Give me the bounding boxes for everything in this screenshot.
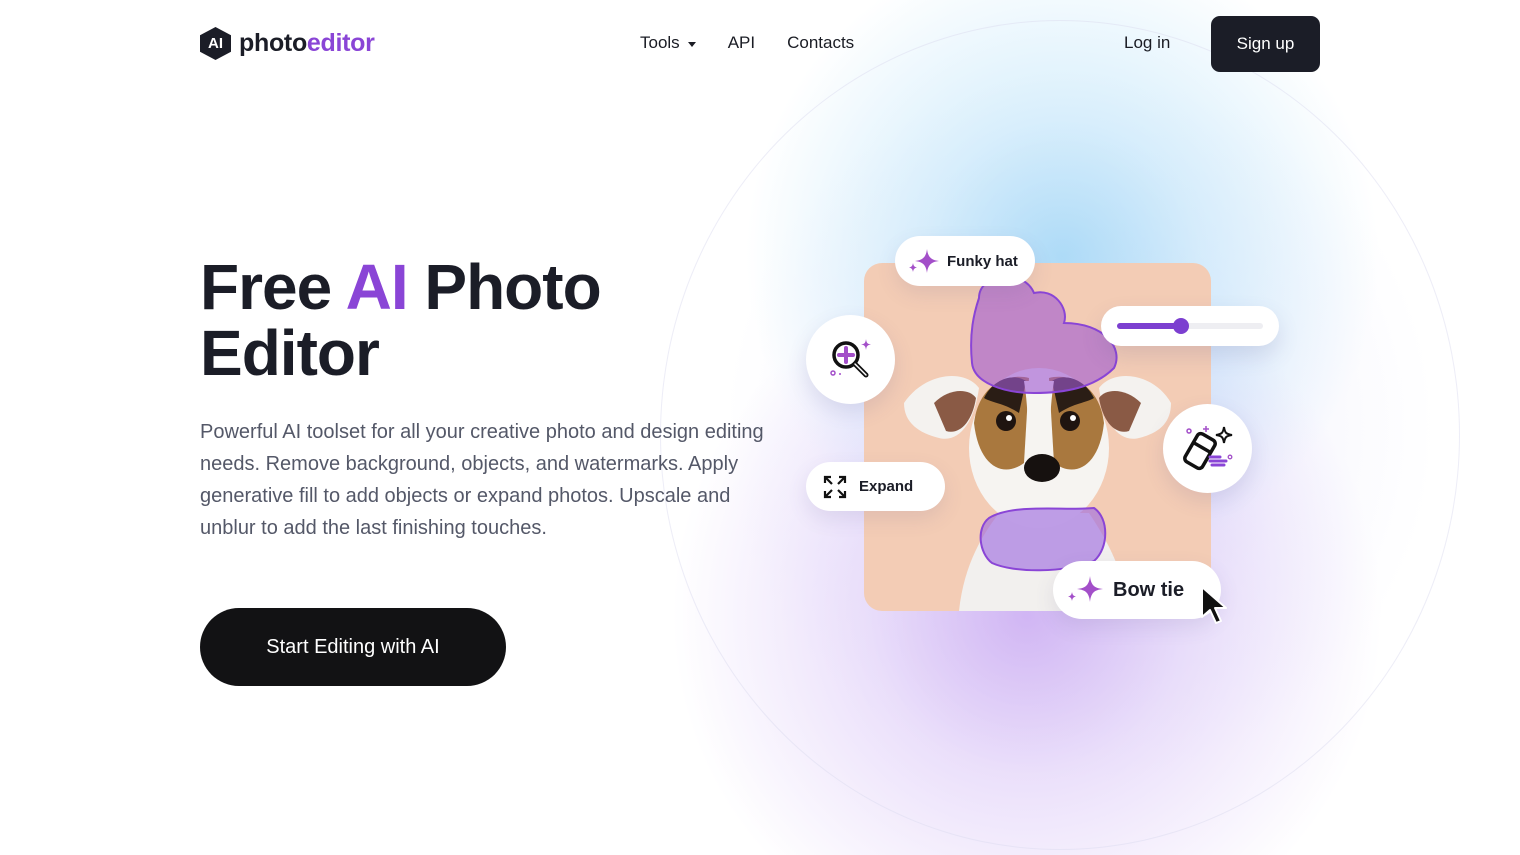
hero-description: Powerful AI toolset for all your creativ… bbox=[200, 421, 764, 539]
title-accent: AI bbox=[345, 251, 409, 323]
logo[interactable]: AI photoeditor bbox=[200, 27, 375, 60]
login-link[interactable]: Log in bbox=[1124, 33, 1170, 53]
funky-hat-label: Funky hat bbox=[947, 252, 1018, 270]
expand-icon bbox=[823, 475, 847, 498]
logo-text-part2: editor bbox=[306, 29, 375, 57]
nav-tools[interactable]: Tools bbox=[640, 33, 696, 53]
signup-button[interactable]: Sign up bbox=[1211, 16, 1320, 72]
eraser-icon bbox=[1182, 425, 1232, 470]
start-editing-button[interactable]: Start Editing with AI bbox=[200, 608, 506, 686]
upscale-tool-button[interactable] bbox=[806, 315, 895, 404]
nav-api-label: API bbox=[727, 33, 756, 52]
slider-track[interactable] bbox=[1117, 318, 1263, 334]
title-part1: Free bbox=[200, 251, 346, 323]
title-part2: Photo bbox=[407, 251, 601, 323]
logo-text-part1: photo bbox=[239, 29, 307, 57]
cursor-icon bbox=[1201, 586, 1227, 624]
logo-text: photoeditor bbox=[239, 29, 375, 58]
slider-thumb[interactable] bbox=[1173, 318, 1190, 334]
sparkle-icon bbox=[909, 249, 939, 273]
strength-slider[interactable] bbox=[1101, 306, 1279, 346]
nav-tools-label: Tools bbox=[640, 33, 680, 52]
nav-api[interactable]: API bbox=[728, 33, 755, 53]
magnifier-plus-icon bbox=[829, 338, 871, 377]
page-title: Free AI Photo Editor bbox=[200, 251, 602, 389]
sparkle-icon bbox=[1068, 576, 1103, 602]
funky-hat-chip[interactable]: Funky hat bbox=[895, 236, 1035, 286]
logo-badge: AI bbox=[200, 27, 231, 60]
main-nav: Tools API Contacts bbox=[640, 33, 854, 53]
bow-tie-label: Bow tie bbox=[1113, 578, 1185, 601]
expand-label: Expand bbox=[859, 478, 914, 495]
remove-object-tool-button[interactable] bbox=[1163, 404, 1252, 493]
caret-down-icon bbox=[687, 41, 696, 47]
bow-tie-chip[interactable]: Bow tie bbox=[1053, 561, 1221, 619]
slider-fill bbox=[1117, 323, 1182, 329]
nav-contacts-label: Contacts bbox=[787, 33, 855, 52]
title-line2: Editor bbox=[200, 317, 380, 389]
nav-contacts[interactable]: Contacts bbox=[787, 33, 854, 53]
expand-chip[interactable]: Expand bbox=[806, 462, 945, 511]
